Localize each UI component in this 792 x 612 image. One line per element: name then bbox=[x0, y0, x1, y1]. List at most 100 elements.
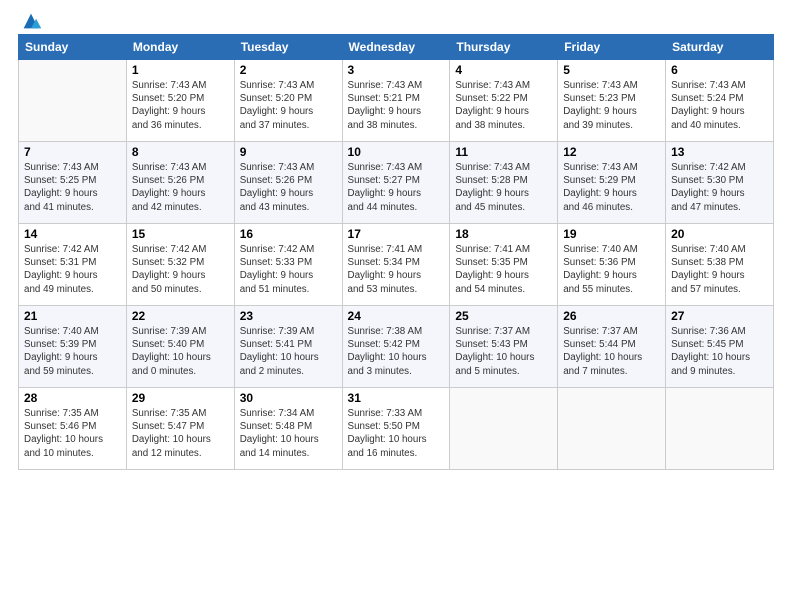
calendar-cell: 25 Sunrise: 7:37 AMSunset: 5:43 PMDayligh… bbox=[450, 306, 558, 388]
calendar-cell: 2 Sunrise: 7:43 AMSunset: 5:20 PMDaylight… bbox=[234, 60, 342, 142]
calendar-cell: 7 Sunrise: 7:43 AMSunset: 5:25 PMDaylight… bbox=[19, 142, 127, 224]
day-info: Sunrise: 7:43 AMSunset: 5:22 PMDaylight:… bbox=[455, 79, 552, 132]
column-header-tuesday: Tuesday bbox=[234, 35, 342, 60]
day-number: 6 bbox=[671, 63, 768, 77]
day-number: 18 bbox=[455, 227, 552, 241]
day-info: Sunrise: 7:43 AMSunset: 5:25 PMDaylight:… bbox=[24, 161, 121, 214]
day-number: 13 bbox=[671, 145, 768, 159]
calendar-week-row: 21 Sunrise: 7:40 AMSunset: 5:39 PMDayligh… bbox=[19, 306, 774, 388]
calendar-table: SundayMondayTuesdayWednesdayThursdayFrid… bbox=[18, 34, 774, 470]
day-info: Sunrise: 7:43 AMSunset: 5:20 PMDaylight:… bbox=[240, 79, 337, 132]
calendar-cell: 31Sunrise: 7:33 AMSunset: 5:50 PMDayligh… bbox=[342, 388, 450, 470]
day-number: 4 bbox=[455, 63, 552, 77]
calendar-cell: 15 Sunrise: 7:42 AMSunset: 5:32 PMDayligh… bbox=[126, 224, 234, 306]
day-info: Sunrise: 7:43 AMSunset: 5:27 PMDaylight:… bbox=[348, 161, 445, 214]
day-number: 23 bbox=[240, 309, 337, 323]
header bbox=[18, 10, 774, 28]
calendar-cell: 13 Sunrise: 7:42 AMSunset: 5:30 PMDayligh… bbox=[666, 142, 774, 224]
day-number: 1 bbox=[132, 63, 229, 77]
day-info: Sunrise: 7:42 AMSunset: 5:30 PMDaylight:… bbox=[671, 161, 768, 214]
calendar-cell: 29 Sunrise: 7:35 AMSunset: 5:47 PMDayligh… bbox=[126, 388, 234, 470]
calendar-cell: 27 Sunrise: 7:36 AMSunset: 5:45 PMDayligh… bbox=[666, 306, 774, 388]
calendar-cell: 16 Sunrise: 7:42 AMSunset: 5:33 PMDayligh… bbox=[234, 224, 342, 306]
day-info: Sunrise: 7:39 AMSunset: 5:40 PMDaylight:… bbox=[132, 325, 229, 378]
day-info: Sunrise: 7:35 AMSunset: 5:47 PMDaylight:… bbox=[132, 407, 229, 460]
logo bbox=[18, 10, 42, 28]
day-info: Sunrise: 7:33 AMSunset: 5:50 PMDaylight:… bbox=[348, 407, 445, 460]
day-info: Sunrise: 7:43 AMSunset: 5:24 PMDaylight:… bbox=[671, 79, 768, 132]
column-header-monday: Monday bbox=[126, 35, 234, 60]
day-number: 21 bbox=[24, 309, 121, 323]
day-number: 27 bbox=[671, 309, 768, 323]
day-info: Sunrise: 7:39 AMSunset: 5:41 PMDaylight:… bbox=[240, 325, 337, 378]
day-number: 30 bbox=[240, 391, 337, 405]
calendar-header-row: SundayMondayTuesdayWednesdayThursdayFrid… bbox=[19, 35, 774, 60]
calendar-cell: 23 Sunrise: 7:39 AMSunset: 5:41 PMDayligh… bbox=[234, 306, 342, 388]
day-info: Sunrise: 7:43 AMSunset: 5:28 PMDaylight:… bbox=[455, 161, 552, 214]
calendar-cell: 24 Sunrise: 7:38 AMSunset: 5:42 PMDayligh… bbox=[342, 306, 450, 388]
day-number: 3 bbox=[348, 63, 445, 77]
calendar-cell: 22 Sunrise: 7:39 AMSunset: 5:40 PMDayligh… bbox=[126, 306, 234, 388]
day-number: 19 bbox=[563, 227, 660, 241]
day-number: 17 bbox=[348, 227, 445, 241]
calendar-cell bbox=[558, 388, 666, 470]
day-number: 25 bbox=[455, 309, 552, 323]
column-header-thursday: Thursday bbox=[450, 35, 558, 60]
calendar-cell: 17 Sunrise: 7:41 AMSunset: 5:34 PMDayligh… bbox=[342, 224, 450, 306]
day-number: 7 bbox=[24, 145, 121, 159]
day-info: Sunrise: 7:43 AMSunset: 5:23 PMDaylight:… bbox=[563, 79, 660, 132]
calendar-week-row: 7 Sunrise: 7:43 AMSunset: 5:25 PMDaylight… bbox=[19, 142, 774, 224]
day-info: Sunrise: 7:35 AMSunset: 5:46 PMDaylight:… bbox=[24, 407, 121, 460]
column-header-saturday: Saturday bbox=[666, 35, 774, 60]
day-number: 10 bbox=[348, 145, 445, 159]
day-info: Sunrise: 7:40 AMSunset: 5:38 PMDaylight:… bbox=[671, 243, 768, 296]
column-header-friday: Friday bbox=[558, 35, 666, 60]
day-number: 26 bbox=[563, 309, 660, 323]
calendar-week-row: 14Sunrise: 7:42 AMSunset: 5:31 PMDayligh… bbox=[19, 224, 774, 306]
day-number: 12 bbox=[563, 145, 660, 159]
day-info: Sunrise: 7:41 AMSunset: 5:35 PMDaylight:… bbox=[455, 243, 552, 296]
calendar-cell: 10 Sunrise: 7:43 AMSunset: 5:27 PMDayligh… bbox=[342, 142, 450, 224]
day-number: 29 bbox=[132, 391, 229, 405]
logo-icon bbox=[20, 10, 42, 32]
calendar-cell bbox=[19, 60, 127, 142]
calendar-cell: 12 Sunrise: 7:43 AMSunset: 5:29 PMDayligh… bbox=[558, 142, 666, 224]
calendar-cell: 8Sunrise: 7:43 AMSunset: 5:26 PMDaylight… bbox=[126, 142, 234, 224]
calendar-week-row: 1 Sunrise: 7:43 AMSunset: 5:20 PMDaylight… bbox=[19, 60, 774, 142]
calendar-cell: 9Sunrise: 7:43 AMSunset: 5:26 PMDaylight… bbox=[234, 142, 342, 224]
day-info: Sunrise: 7:42 AMSunset: 5:33 PMDaylight:… bbox=[240, 243, 337, 296]
day-info: Sunrise: 7:40 AMSunset: 5:39 PMDaylight:… bbox=[24, 325, 121, 378]
day-number: 24 bbox=[348, 309, 445, 323]
day-info: Sunrise: 7:40 AMSunset: 5:36 PMDaylight:… bbox=[563, 243, 660, 296]
calendar-cell: 28 Sunrise: 7:35 AMSunset: 5:46 PMDayligh… bbox=[19, 388, 127, 470]
day-number: 8 bbox=[132, 145, 229, 159]
calendar-cell: 20 Sunrise: 7:40 AMSunset: 5:38 PMDayligh… bbox=[666, 224, 774, 306]
day-number: 2 bbox=[240, 63, 337, 77]
day-number: 15 bbox=[132, 227, 229, 241]
calendar-cell: 14Sunrise: 7:42 AMSunset: 5:31 PMDayligh… bbox=[19, 224, 127, 306]
column-header-sunday: Sunday bbox=[19, 35, 127, 60]
day-number: 22 bbox=[132, 309, 229, 323]
column-header-wednesday: Wednesday bbox=[342, 35, 450, 60]
day-number: 16 bbox=[240, 227, 337, 241]
calendar-cell bbox=[450, 388, 558, 470]
calendar-cell: 11 Sunrise: 7:43 AMSunset: 5:28 PMDayligh… bbox=[450, 142, 558, 224]
day-info: Sunrise: 7:43 AMSunset: 5:21 PMDaylight:… bbox=[348, 79, 445, 132]
day-info: Sunrise: 7:36 AMSunset: 5:45 PMDaylight:… bbox=[671, 325, 768, 378]
day-number: 11 bbox=[455, 145, 552, 159]
day-info: Sunrise: 7:37 AMSunset: 5:44 PMDaylight:… bbox=[563, 325, 660, 378]
day-info: Sunrise: 7:42 AMSunset: 5:31 PMDaylight:… bbox=[24, 243, 121, 296]
calendar-cell bbox=[666, 388, 774, 470]
day-info: Sunrise: 7:38 AMSunset: 5:42 PMDaylight:… bbox=[348, 325, 445, 378]
calendar-cell: 3 Sunrise: 7:43 AMSunset: 5:21 PMDaylight… bbox=[342, 60, 450, 142]
day-info: Sunrise: 7:42 AMSunset: 5:32 PMDaylight:… bbox=[132, 243, 229, 296]
day-number: 28 bbox=[24, 391, 121, 405]
calendar-cell: 1Sunrise: 7:43 AMSunset: 5:20 PMDaylight… bbox=[126, 60, 234, 142]
day-info: Sunrise: 7:43 AMSunset: 5:29 PMDaylight:… bbox=[563, 161, 660, 214]
day-info: Sunrise: 7:37 AMSunset: 5:43 PMDaylight:… bbox=[455, 325, 552, 378]
day-info: Sunrise: 7:43 AMSunset: 5:26 PMDaylight:… bbox=[240, 161, 337, 214]
day-number: 20 bbox=[671, 227, 768, 241]
page: SundayMondayTuesdayWednesdayThursdayFrid… bbox=[0, 0, 792, 612]
day-info: Sunrise: 7:41 AMSunset: 5:34 PMDaylight:… bbox=[348, 243, 445, 296]
day-info: Sunrise: 7:34 AMSunset: 5:48 PMDaylight:… bbox=[240, 407, 337, 460]
